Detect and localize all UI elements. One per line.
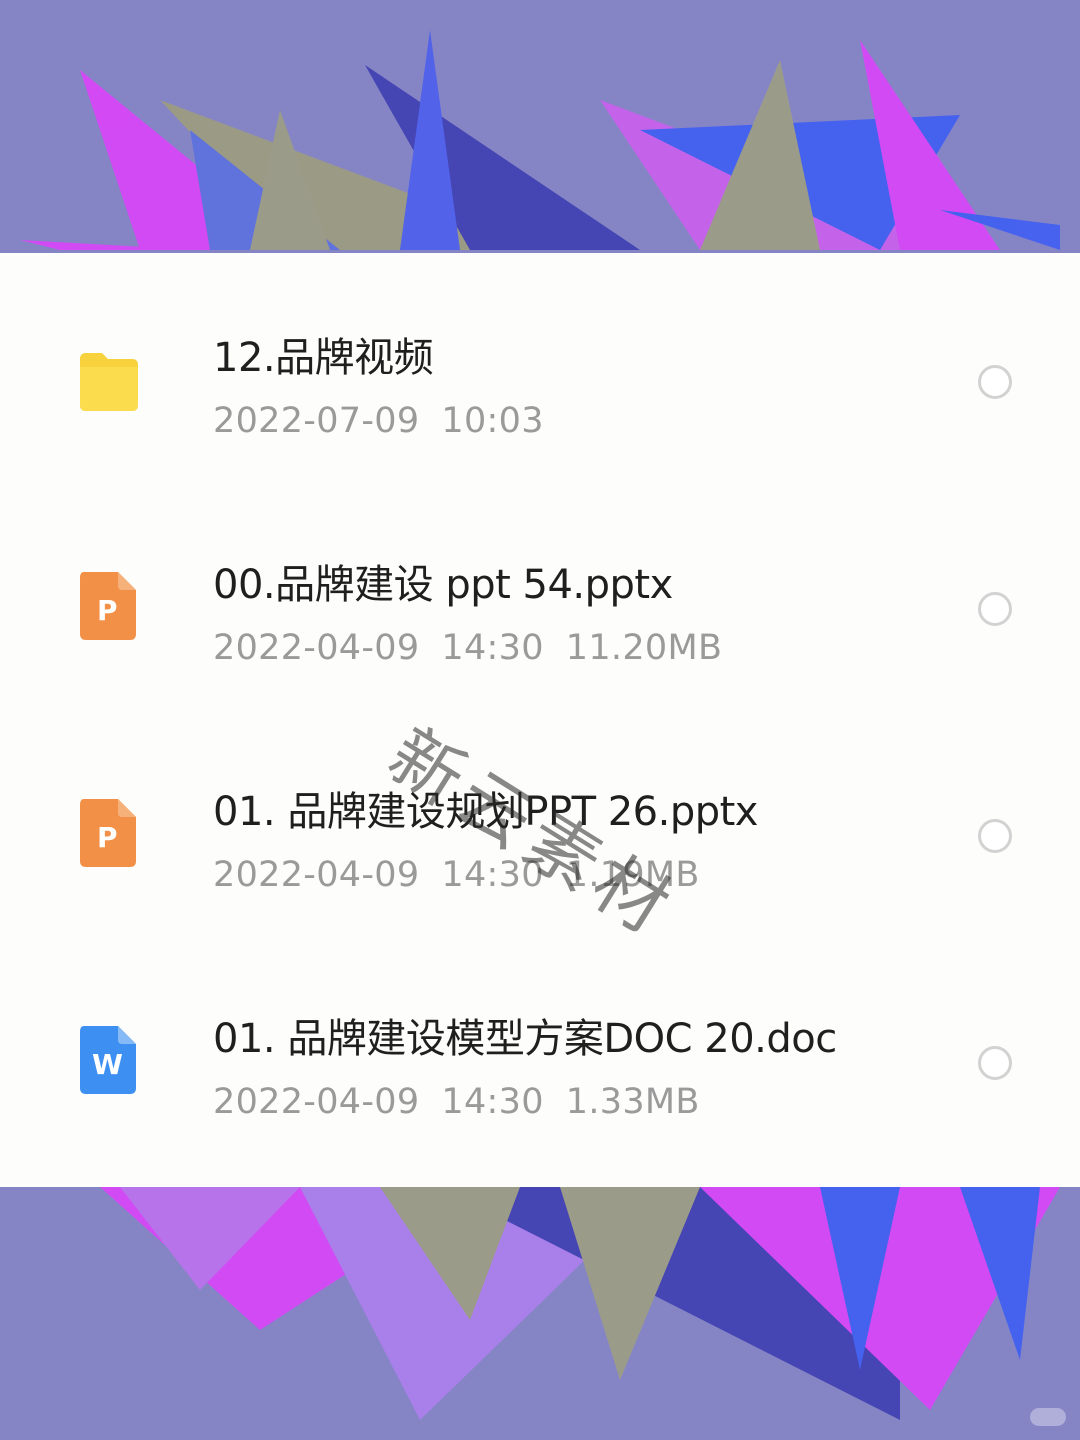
- file-name: 01. 品牌建设模型方案DOC 20.doc: [213, 1016, 837, 1062]
- file-time: 14:30: [441, 1082, 544, 1122]
- file-date: 2022-04-09: [213, 628, 420, 668]
- word-file-icon: W: [78, 1024, 138, 1096]
- file-name: 12.品牌视频: [213, 335, 434, 381]
- file-size: 11.20MB: [565, 628, 723, 668]
- file-row-4[interactable]: W 01. 品牌建设模型方案DOC 20.doc 2022-04-09 14:30…: [0, 934, 1080, 1161]
- select-radio[interactable]: [978, 365, 1012, 399]
- corner-badge: [1030, 1408, 1066, 1426]
- ppt-file-icon: P: [78, 797, 138, 869]
- file-row-1[interactable]: 12.品牌视频 2022-07-09 10:03: [0, 253, 1080, 480]
- select-radio[interactable]: [978, 592, 1012, 626]
- file-list-panel: 12.品牌视频 2022-07-09 10:03 P 00.品牌建设 ppt 54…: [0, 253, 1080, 1187]
- file-row-2[interactable]: P 00.品牌建设 ppt 54.pptx 2022-04-09 14:30 11.…: [0, 480, 1080, 707]
- file-date: 2022-07-09: [213, 401, 420, 441]
- select-radio[interactable]: [978, 1046, 1012, 1080]
- folder-icon: [78, 345, 138, 417]
- select-radio[interactable]: [978, 819, 1012, 853]
- ppt-letter: P: [97, 594, 118, 627]
- ppt-letter: P: [97, 821, 118, 854]
- file-time: 10:03: [441, 401, 544, 441]
- file-time: 14:30: [441, 628, 544, 668]
- file-meta: 2022-04-09 14:30 1.33MB: [213, 1082, 700, 1122]
- file-meta: 2022-07-09 10:03: [213, 401, 544, 441]
- file-date: 2022-04-09: [213, 1082, 420, 1122]
- file-meta: 2022-04-09 14:30 11.20MB: [213, 628, 722, 668]
- ppt-file-icon: P: [78, 570, 138, 642]
- word-letter: W: [92, 1048, 123, 1081]
- file-size: 1.33MB: [565, 1082, 700, 1122]
- file-date: 2022-04-09: [213, 855, 420, 895]
- file-name: 00.品牌建设 ppt 54.pptx: [213, 562, 673, 608]
